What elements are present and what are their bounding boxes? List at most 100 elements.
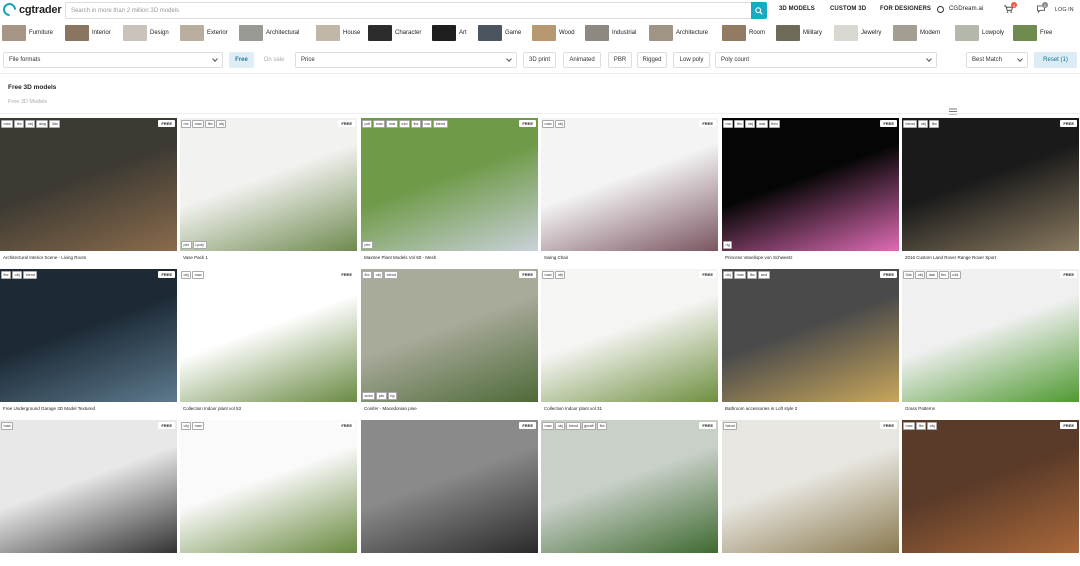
product-card[interactable]: max obj FREE Swing Chair (541, 118, 718, 264)
product-title[interactable]: Conifer - Macedonian pine (364, 406, 417, 411)
product-thumbnail[interactable]: max obj blend gmaft fbx FREE (541, 420, 718, 553)
category-game[interactable]: Game (478, 24, 521, 41)
product-thumbnail[interactable]: blend FREE (722, 420, 899, 553)
category-exterior[interactable]: Exterior (180, 24, 228, 41)
product-card[interactable]: fbx obj blend FREE anim pbr rig Conifer - Maced… (361, 269, 538, 415)
breadcrumb[interactable]: Free 3D Models (8, 99, 47, 105)
format-tag: obj (216, 120, 227, 128)
on-sale-filter-button[interactable]: On sale (259, 52, 289, 68)
category-room[interactable]: Room (722, 24, 765, 41)
feature-tag: pbr (376, 392, 387, 400)
product-thumbnail[interactable]: obj max FREE (180, 269, 357, 402)
category-industrial[interactable]: Industrial (585, 24, 636, 41)
product-card[interactable]: obj max FREE Collection Indoor plant vol 53 (180, 269, 357, 415)
product-card[interactable]: obj max fbx and FREE Bathroom accessories in … (722, 269, 899, 415)
sort-select[interactable]: Best Match (966, 52, 1028, 68)
product-thumbnail[interactable]: max FREE (0, 420, 177, 553)
free-badge: FREE (699, 422, 716, 429)
price-select[interactable]: Price (295, 52, 517, 68)
search-input[interactable]: Search in more than 2 million 3D models (65, 2, 751, 19)
logo[interactable]: cgtrader (0, 0, 62, 19)
product-thumbnail[interactable]: fbx obj blend FREE (0, 269, 177, 402)
category-modern[interactable]: Modern (893, 24, 940, 41)
nav-cgdream[interactable]: CGDream.ai (949, 6, 983, 12)
search-button[interactable] (751, 2, 767, 19)
category-character[interactable]: Character (368, 24, 421, 41)
category-furniture[interactable]: Furniture (2, 24, 53, 41)
reset-filters-button[interactable]: Reset (1) (1034, 52, 1077, 68)
animated-filter-button[interactable]: Animated (563, 52, 601, 68)
product-card[interactable]: max fbx obj FREE (902, 420, 1079, 566)
category-architecture[interactable]: Architecture (649, 24, 708, 41)
rigged-filter-button[interactable]: Rigged (637, 52, 667, 68)
product-thumbnail[interactable]: ma fbx obj mat fbm FREE rig (722, 118, 899, 251)
product-card[interactable]: fbx obj blend FREE Free Underground Garage 3… (0, 269, 177, 415)
product-title[interactable]: Collection Indoor plant vol 53 (183, 406, 241, 411)
product-thumbnail[interactable]: obj max FREE (180, 420, 357, 553)
category-house[interactable]: House (316, 24, 360, 41)
free-badge: FREE (338, 120, 355, 127)
format-tag: ma (422, 120, 433, 128)
format-tags: mx max fbx obj (181, 120, 227, 128)
product-thumbnail[interactable]: max obj FREE (541, 269, 718, 402)
product-title[interactable]: Vase Pack 1 (183, 255, 208, 260)
product-thumbnail[interactable]: 3ds obj dae fbx c4d FREE (902, 269, 1079, 402)
format-tag: obj (927, 422, 938, 430)
product-title[interactable]: Free Underground Garage 3D Model Texture… (3, 406, 95, 411)
product-thumbnail[interactable]: blend obj fbx FREE (902, 118, 1079, 251)
3d-print-filter-button[interactable]: 3D print (523, 52, 556, 68)
product-card[interactable]: pdf max mat c4d fbx ma blend FREE pbr Maxtree Pla… (361, 118, 538, 264)
product-title[interactable]: Swing Chair (544, 255, 568, 260)
product-thumbnail[interactable]: max fbx obj FREE (902, 420, 1079, 553)
product-title[interactable]: Architectural Interior Scene - Living Ro… (3, 255, 86, 260)
product-thumbnail[interactable]: fbx obj blend FREE anim pbr rig (361, 269, 538, 402)
product-title[interactable]: Maxtree Plant Models Vol 60 - Mesh (364, 255, 436, 260)
product-thumbnail[interactable]: obj max fbx and FREE (722, 269, 899, 402)
product-title[interactable]: Grass Patterns (905, 406, 935, 411)
product-card[interactable]: obj max FREE (180, 420, 357, 566)
product-card[interactable]: 3ds obj dae fbx c4d FREE Grass Patterns (902, 269, 1079, 415)
product-title[interactable]: Collection Indoor plant vol 31 (544, 406, 602, 411)
product-thumbnail[interactable]: pdf max mat c4d fbx ma blend FREE pbr (361, 118, 538, 251)
product-thumbnail[interactable]: max fbx obj dwg 3ds FREE (0, 118, 177, 251)
product-thumbnail[interactable]: mx max fbx obj FREE pbr l-poly (180, 118, 357, 251)
format-tags: obj max fbx and (723, 271, 770, 279)
product-card[interactable]: max fbx obj dwg 3ds FREE Architectural Interio… (0, 118, 177, 264)
category-architectural[interactable]: Architectural (239, 24, 299, 41)
format-tag: blend (384, 271, 399, 279)
pbr-filter-button[interactable]: PBR (608, 52, 632, 68)
product-card[interactable]: FREE (361, 420, 538, 566)
category-interior[interactable]: Interior (65, 24, 111, 41)
product-card[interactable]: blend obj fbx FREE 2016 Custom Land Rover Ra… (902, 118, 1079, 264)
nav-3d-models[interactable]: 3D MODELS (779, 6, 815, 12)
product-card[interactable]: max obj FREE Collection Indoor plant vol 31 (541, 269, 718, 415)
format-tags: max fbx obj (903, 422, 938, 430)
product-title[interactable]: 2016 Custom Land Rover Range Rover Sport (905, 255, 996, 260)
login-link[interactable]: LOG IN (1055, 7, 1074, 13)
format-tag: dwg (36, 120, 49, 128)
category-lowpoly[interactable]: Lowpoly (955, 24, 1004, 41)
category-art[interactable]: Art (432, 24, 467, 41)
category-design[interactable]: Design (123, 24, 169, 41)
category-free[interactable]: Free (1013, 24, 1052, 41)
free-filter-button[interactable]: Free (229, 52, 254, 68)
product-card[interactable]: mx max fbx obj FREE pbr l-poly Vase Pack 1 (180, 118, 357, 264)
free-badge: FREE (880, 120, 897, 127)
category-thumbnail (316, 24, 340, 41)
low-poly-filter-button[interactable]: Low poly (673, 52, 710, 68)
file-formats-select[interactable]: File formats (3, 52, 223, 68)
product-card[interactable]: ma fbx obj mat fbm FREE rig Princess Vanellope … (722, 118, 899, 264)
product-title[interactable]: Bathroom accessories in Loft style 2 (725, 406, 797, 411)
nav-custom-3d[interactable]: CUSTOM 3D (830, 6, 866, 12)
product-thumbnail[interactable]: max obj FREE (541, 118, 718, 251)
product-thumbnail[interactable]: FREE (361, 420, 538, 553)
product-card[interactable]: blend FREE (722, 420, 899, 566)
category-jewelry[interactable]: Jewelry (834, 24, 881, 41)
product-title[interactable]: Princess Vanellope von Schweetz (725, 255, 792, 260)
nav-for-designers[interactable]: FOR DESIGNERS (880, 6, 931, 12)
category-military[interactable]: Military (776, 24, 822, 41)
product-card[interactable]: max FREE (0, 420, 177, 566)
category-wood[interactable]: Wood (532, 24, 575, 41)
product-card[interactable]: max obj blend gmaft fbx FREE (541, 420, 718, 566)
poly-count-select[interactable]: Poly count (715, 52, 937, 68)
